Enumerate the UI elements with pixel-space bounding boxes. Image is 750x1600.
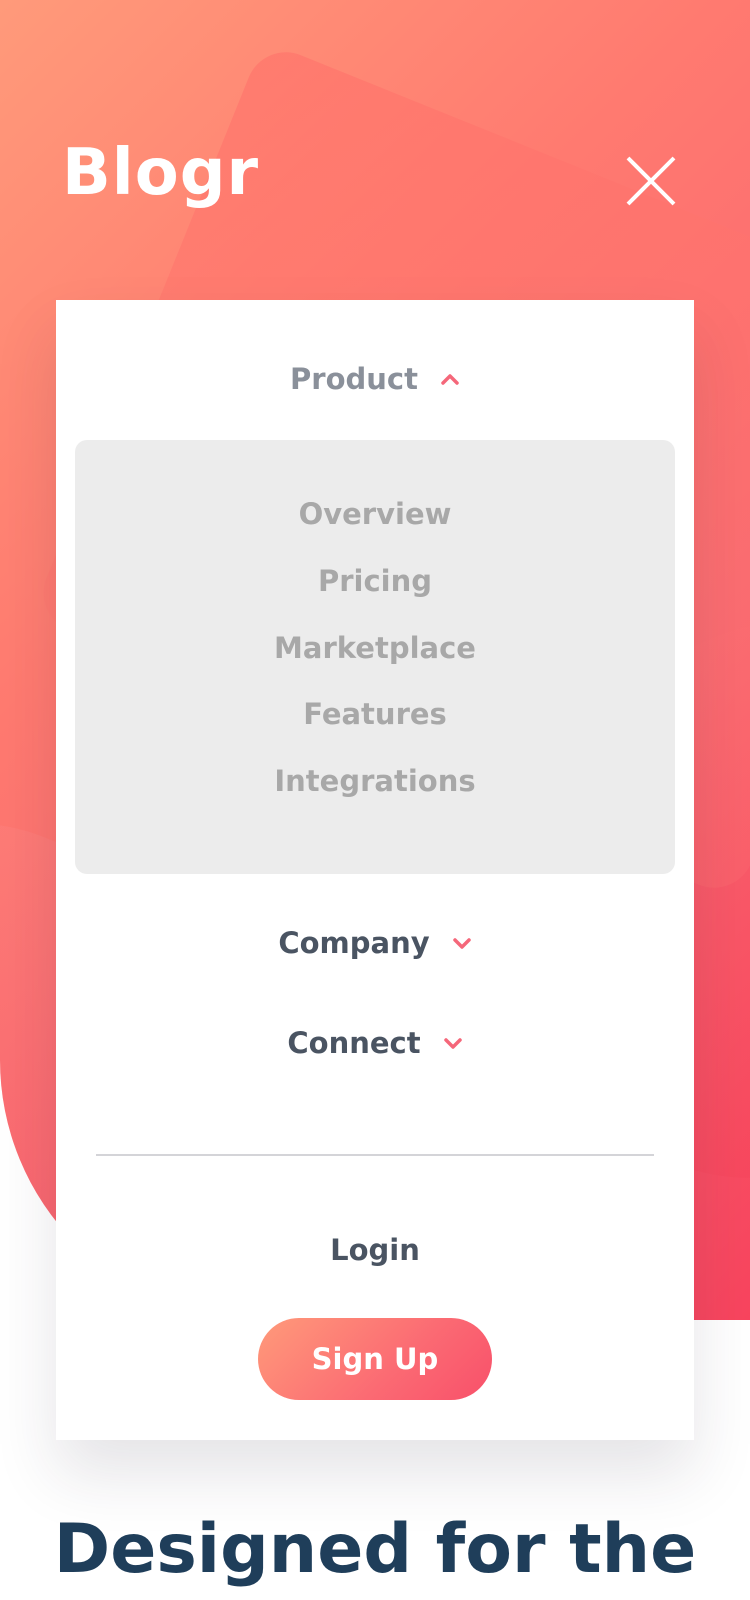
login-link[interactable]: Login: [56, 1230, 694, 1270]
sign-up-label: Sign Up: [311, 1342, 439, 1376]
submenu-item-features[interactable]: Features: [75, 694, 675, 734]
submenu-item-marketplace[interactable]: Marketplace: [75, 628, 675, 668]
hero-headline: Designed for the: [53, 1510, 697, 1589]
nav-item-label: Company: [278, 926, 430, 960]
close-icon: [626, 156, 676, 206]
nav-item-product[interactable]: Product: [56, 354, 694, 404]
mobile-menu: Product Overview Pricing Marketplace Fea…: [56, 300, 694, 1440]
nav-item-label: Product: [290, 362, 418, 396]
submenu-item-pricing[interactable]: Pricing: [75, 561, 675, 601]
sign-up-button[interactable]: Sign Up: [258, 1318, 492, 1400]
close-menu-button[interactable]: [624, 154, 678, 208]
submenu-item-overview[interactable]: Overview: [75, 494, 675, 534]
nav-item-connect[interactable]: Connect: [56, 1018, 694, 1068]
submenu-item-integrations[interactable]: Integrations: [75, 761, 675, 801]
menu-divider: [96, 1154, 654, 1156]
nav-item-company[interactable]: Company: [56, 918, 694, 968]
chevron-down-icon: [452, 938, 471, 949]
product-submenu: Overview Pricing Marketplace Features In…: [75, 440, 675, 874]
chevron-up-icon: [441, 374, 459, 385]
chevron-down-icon: [443, 1038, 462, 1049]
nav-item-label: Connect: [287, 1026, 421, 1060]
logo[interactable]: Blogr: [62, 136, 259, 210]
